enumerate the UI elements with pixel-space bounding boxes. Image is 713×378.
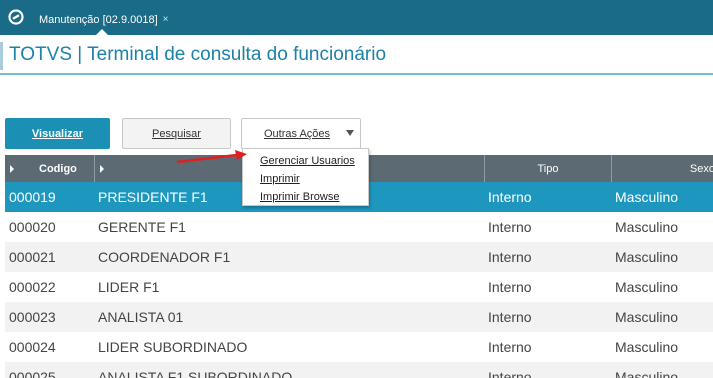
top-bar: Manutenção [02.9.0018] × <box>0 0 713 35</box>
cell-sex: Masculino <box>615 369 679 378</box>
totvs-logo-icon[interactable] <box>6 7 26 27</box>
more-actions-dropdown[interactable]: Outras Ações <box>241 118 361 149</box>
tab-label: Manutenção [02.9.0018] <box>39 13 158 26</box>
cell-sex: Masculino <box>615 309 679 325</box>
table-row[interactable]: 000020 GERENTE F1 Interno Masculino <box>5 212 713 242</box>
table-row[interactable]: 000023 ANALISTA 01 Interno Masculino <box>5 302 713 332</box>
cell-code: 000022 <box>9 279 56 295</box>
table-row[interactable]: 000021 COORDENADOR F1 Interno Masculino <box>5 242 713 272</box>
table-row[interactable]: 000025 ANALISTA F1 SUBORDINADO Interno M… <box>5 362 713 378</box>
cell-code: 000023 <box>9 309 56 325</box>
column-label: Codigo <box>39 162 77 175</box>
cell-code: 000020 <box>9 219 56 235</box>
column-label: Tipo <box>537 162 559 175</box>
cell-name: PRESIDENTE F1 <box>98 189 208 205</box>
app-window: Manutenção [02.9.0018] × TOTVS | Termina… <box>0 0 713 378</box>
cell-name: ANALISTA F1 SUBORDINADO <box>98 369 293 378</box>
red-arrow-icon <box>176 150 247 164</box>
cell-code: 000019 <box>9 189 56 205</box>
more-actions-menu: Gerenciar Usuarios Imprimir Imprimir Bro… <box>242 148 369 206</box>
cell-sex: Masculino <box>615 249 679 265</box>
table-row[interactable]: 000024 LIDER SUBORDINADO Interno Masculi… <box>5 332 713 362</box>
view-button[interactable]: Visualizar <box>5 118 110 149</box>
cell-sex: Masculino <box>615 279 679 295</box>
cell-code: 000024 <box>9 339 56 355</box>
column-marker-icon <box>10 164 14 173</box>
column-header-sexo[interactable]: Sexo <box>612 155 713 182</box>
cell-type: Interno <box>488 369 532 378</box>
cell-type: Interno <box>488 339 532 355</box>
column-header-tipo[interactable]: Tipo <box>485 155 612 182</box>
cell-type: Interno <box>488 309 532 325</box>
table-row[interactable]: 000022 LIDER F1 Interno Masculino <box>5 272 713 302</box>
caret-down-icon <box>346 130 354 136</box>
close-icon[interactable]: × <box>163 14 169 25</box>
cell-name: GERENTE F1 <box>98 219 186 235</box>
column-header-codigo[interactable]: Codigo <box>5 155 95 182</box>
cell-name: COORDENADOR F1 <box>98 249 231 265</box>
menu-item-imprimir-browse[interactable]: Imprimir Browse <box>243 188 368 206</box>
cell-sex: Masculino <box>615 339 679 355</box>
cell-type: Interno <box>488 219 532 235</box>
cell-type: Interno <box>488 279 532 295</box>
cell-type: Interno <box>488 189 532 205</box>
cell-code: 000021 <box>9 249 56 265</box>
page-header: TOTVS | Terminal de consulta do funcioná… <box>0 35 713 75</box>
more-actions-label: Outras Ações <box>264 127 331 140</box>
cell-name: LIDER F1 <box>98 279 160 295</box>
page-title: TOTVS | Terminal de consulta do funcioná… <box>9 44 387 65</box>
menu-item-imprimir[interactable]: Imprimir <box>243 170 368 188</box>
column-marker-icon <box>100 164 104 173</box>
search-button[interactable]: Pesquisar <box>122 118 231 149</box>
column-label: Sexo <box>689 162 713 175</box>
menu-item-gerenciar-usuarios[interactable]: Gerenciar Usuarios <box>243 152 368 170</box>
cell-type: Interno <box>488 249 532 265</box>
cell-name: LIDER SUBORDINADO <box>98 339 248 355</box>
header-accent-bar <box>0 42 3 70</box>
cell-name: ANALISTA 01 <box>98 309 184 325</box>
cell-sex: Masculino <box>615 189 679 205</box>
cell-code: 000025 <box>9 369 56 378</box>
cell-sex: Masculino <box>615 219 679 235</box>
